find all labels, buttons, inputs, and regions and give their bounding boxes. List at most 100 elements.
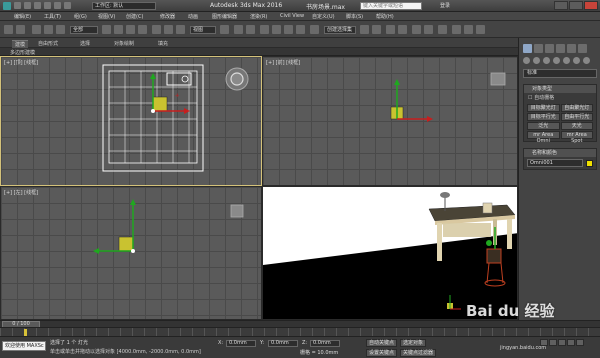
z-coord-field[interactable]: 0.0mm <box>310 340 340 347</box>
unlink-icon[interactable] <box>44 25 53 34</box>
viewport-left[interactable]: [+] [左] [线框] <box>0 186 262 320</box>
light-type-select[interactable]: 标准 <box>523 69 597 78</box>
skylight-button[interactable]: 天光 <box>560 122 593 130</box>
new-file-icon[interactable] <box>14 2 21 9</box>
utilities-tab-icon[interactable] <box>578 44 587 53</box>
select-object-icon[interactable] <box>102 25 111 34</box>
menu-item[interactable]: 修改器 <box>160 13 175 20</box>
percent-snap-icon[interactable] <box>284 25 293 34</box>
window-crossing-icon[interactable] <box>138 25 147 34</box>
minimize-button[interactable] <box>554 1 568 10</box>
maxscript-listener[interactable]: 欢迎使用 MAXSc <box>2 341 46 351</box>
geometry-icon[interactable] <box>523 57 530 64</box>
menu-item[interactable]: 脚本(S) <box>346 13 363 20</box>
select-scale-icon[interactable] <box>176 25 185 34</box>
target-spot-button[interactable]: 目标聚光灯 <box>527 104 560 112</box>
menu-item[interactable]: Civil View <box>280 13 304 19</box>
rendered-frame-window-icon[interactable] <box>464 25 473 34</box>
hierarchy-tab-icon[interactable] <box>545 44 554 53</box>
select-by-name-icon[interactable] <box>114 25 123 34</box>
named-selection-select[interactable]: 创建选择集 <box>324 26 356 34</box>
tab-freeform[interactable]: 自由形式 <box>38 40 58 47</box>
maximize-button[interactable] <box>569 1 583 10</box>
pivot-point-icon[interactable] <box>220 25 229 34</box>
keyboard-shortcut-icon[interactable] <box>246 25 255 34</box>
render-production-icon[interactable] <box>476 25 485 34</box>
align-icon[interactable] <box>372 25 381 34</box>
viewport-top[interactable]: [+] [顶] [线框] ✛ <box>0 56 262 186</box>
menu-item[interactable]: 渲染(R) <box>250 13 267 20</box>
mr-area-omni-button[interactable]: mr Area Omni <box>527 131 560 144</box>
mr-area-spot-button[interactable]: mr Area Spot <box>560 131 593 144</box>
selected-select[interactable]: 选定对象 <box>400 339 427 347</box>
spinner-snap-icon[interactable] <box>296 25 305 34</box>
object-color-swatch[interactable] <box>586 159 593 167</box>
polygon-modeling-label[interactable]: 多边形建模 <box>10 49 35 56</box>
layer-manager-icon[interactable] <box>386 25 395 34</box>
auto-grid-checkbox[interactable]: ☐ 自动栅格 <box>524 93 596 102</box>
set-key-button[interactable]: 设置关键点 <box>366 349 398 357</box>
play-icon[interactable] <box>558 339 566 346</box>
time-slider[interactable]: 0 / 100 <box>0 320 600 328</box>
x-coord-field[interactable]: 0.0mm <box>226 340 256 347</box>
mirror-icon[interactable] <box>360 25 369 34</box>
shapes-icon[interactable] <box>533 57 540 64</box>
redo-icon[interactable] <box>54 2 61 9</box>
keyframe-marker[interactable] <box>24 329 27 336</box>
menu-item[interactable]: 动画 <box>188 13 198 20</box>
select-move-icon[interactable] <box>152 25 161 34</box>
display-tab-icon[interactable] <box>567 44 576 53</box>
selection-filter-select[interactable]: 全部 <box>70 26 98 34</box>
free-direct-button[interactable]: 自由平行光 <box>560 113 593 121</box>
omni-button[interactable]: 泛光 <box>527 122 560 130</box>
graphite-ribbon-icon[interactable] <box>398 25 407 34</box>
edit-named-selection-icon[interactable] <box>310 25 319 34</box>
close-button[interactable] <box>584 1 598 10</box>
go-to-end-icon[interactable] <box>576 339 584 346</box>
tab-modeling[interactable]: 建模 <box>12 40 29 48</box>
reference-coordinate-select[interactable]: 视图 <box>190 26 216 34</box>
free-spot-button[interactable]: 自由聚光灯 <box>560 104 593 112</box>
menu-item[interactable]: 自定义(U) <box>312 13 335 20</box>
space-warps-icon[interactable] <box>573 57 580 64</box>
workspace-select[interactable]: 工作区: 默认 <box>92 2 156 10</box>
tab-populate[interactable]: 填充 <box>158 40 168 47</box>
y-coord-field[interactable]: 0.0mm <box>268 340 298 347</box>
object-name-field[interactable]: Omni001 <box>527 159 583 167</box>
angle-snap-icon[interactable] <box>272 25 281 34</box>
next-frame-icon[interactable] <box>567 339 575 346</box>
rectangle-selection-icon[interactable] <box>126 25 135 34</box>
systems-icon[interactable] <box>583 57 590 64</box>
menu-item[interactable]: 创建(C) <box>126 13 143 20</box>
rollout-header[interactable]: 名称和颜色 <box>524 149 596 157</box>
snaps-toggle-icon[interactable] <box>260 25 269 34</box>
modify-tab-icon[interactable] <box>534 44 543 53</box>
tab-object-paint[interactable]: 对象绘制 <box>114 40 134 47</box>
menu-item[interactable]: 帮助(H) <box>376 13 394 20</box>
sign-in-button[interactable]: 登录 <box>440 2 450 9</box>
search-input[interactable]: 键入关键字或短语 <box>360 2 422 10</box>
menu-item[interactable]: 组(G) <box>74 13 87 20</box>
tab-selection[interactable]: 选择 <box>80 40 90 47</box>
track-bar[interactable] <box>0 327 600 336</box>
previous-frame-icon[interactable] <box>549 339 557 346</box>
select-rotate-icon[interactable] <box>164 25 173 34</box>
link-icon[interactable] <box>32 25 41 34</box>
project-folder-icon[interactable] <box>64 2 71 9</box>
app-logo-icon[interactable] <box>3 2 11 10</box>
rollout-header[interactable]: 对象类型 <box>524 85 596 93</box>
menu-item[interactable]: 视图(V) <box>98 13 115 20</box>
key-filters-button[interactable]: 关键点过滤器 <box>400 349 437 357</box>
select-manipulate-icon[interactable] <box>234 25 243 34</box>
material-editor-icon[interactable] <box>438 25 447 34</box>
helpers-icon[interactable] <box>563 57 570 64</box>
schematic-view-icon[interactable] <box>424 25 433 34</box>
open-file-icon[interactable] <box>24 2 31 9</box>
menu-item[interactable]: 图形编辑器 <box>212 13 237 20</box>
undo-icon[interactable] <box>4 25 13 34</box>
curve-editor-icon[interactable] <box>412 25 421 34</box>
target-direct-button[interactable]: 目标平行光 <box>527 113 560 121</box>
viewport-front[interactable]: [+] [前] [线框] <box>262 56 518 186</box>
lights-icon[interactable] <box>543 57 550 64</box>
save-file-icon[interactable] <box>34 2 41 9</box>
